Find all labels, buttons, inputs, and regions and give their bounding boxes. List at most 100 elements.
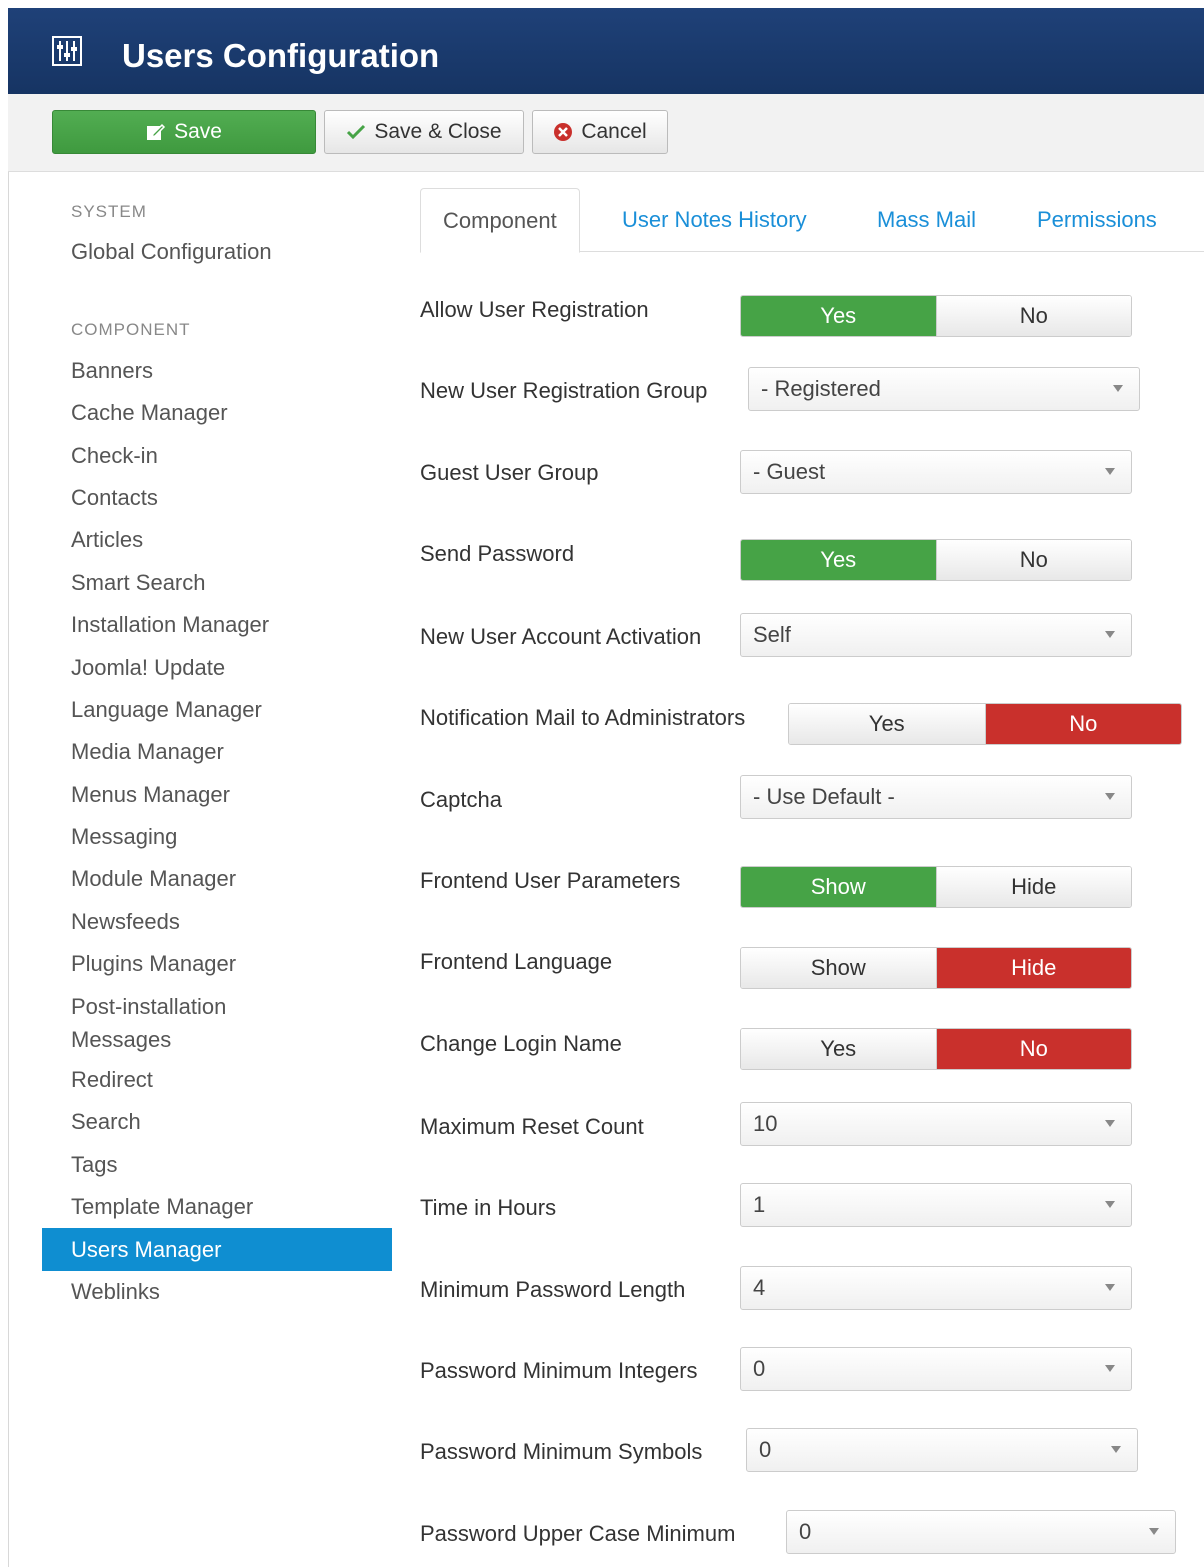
label-password-minimum-integers: Password Minimum Integers [420, 1358, 698, 1383]
sidebar-header-system: SYSTEM [71, 202, 147, 221]
label-frontend-language: Frontend Language [420, 949, 613, 974]
pw-upper-min-value: 0 [799, 1519, 812, 1544]
guest-group-select[interactable]: - Guest [740, 450, 1132, 494]
sidebar-item-smart-search[interactable]: Smart Search [42, 566, 392, 600]
chevron-down-icon [1111, 1446, 1121, 1453]
time-hours-select[interactable]: 1 [740, 1183, 1132, 1227]
account-activation-select[interactable]: Self [740, 613, 1132, 657]
frontend-language-show[interactable]: Show [741, 948, 936, 988]
chevron-down-icon [1105, 631, 1115, 638]
sidebar-item-language-manager[interactable]: Language Manager [42, 693, 392, 727]
sidebar-item-newsfeeds[interactable]: Newsfeeds [42, 905, 392, 939]
cancel-label: Cancel [581, 120, 647, 143]
sidebar-item-module-manager[interactable]: Module Manager [42, 862, 392, 896]
change-login-toggle: Yes No [740, 1028, 1132, 1070]
sidebar-item-tags[interactable]: Tags [42, 1148, 392, 1182]
sidebar-item-cache-manager[interactable]: Cache Manager [42, 396, 392, 430]
chevron-down-icon [1105, 1120, 1115, 1127]
sidebar-item-template-manager[interactable]: Template Manager [42, 1190, 392, 1224]
pw-min-integers-value: 0 [753, 1356, 766, 1381]
sidebar-item-redirect[interactable]: Redirect [42, 1063, 392, 1097]
sidebar-item-search[interactable]: Search [42, 1105, 392, 1139]
sidebar-item-users-manager[interactable]: Users Manager [42, 1228, 392, 1271]
save-button[interactable]: Save [52, 110, 316, 154]
sidebar-item-post-installation[interactable]: Post-installation [42, 990, 392, 1024]
chevron-down-icon [1105, 468, 1115, 475]
send-password-toggle: Yes No [740, 539, 1132, 581]
checkmark-icon [347, 124, 366, 140]
sidebar-item-joomla-update[interactable]: Joomla! Update [42, 651, 392, 685]
send-password-yes[interactable]: Yes [741, 540, 936, 580]
account-activation-value: Self [753, 622, 791, 647]
chevron-down-icon [1149, 1528, 1159, 1535]
sidebar-item-menus-manager[interactable]: Menus Manager [42, 778, 392, 812]
chevron-down-icon [1105, 1365, 1115, 1372]
allow-registration-yes[interactable]: Yes [741, 296, 936, 336]
guest-group-value: - Guest [753, 459, 826, 484]
sidebar-header-component: COMPONENT [71, 320, 191, 339]
frontend-params-toggle: Show Hide [740, 866, 1132, 908]
chevron-down-icon [1105, 1201, 1115, 1208]
max-reset-value: 10 [753, 1111, 778, 1136]
label-frontend-user-parameters: Frontend User Parameters [420, 868, 681, 893]
captcha-select[interactable]: - Use Default - [740, 775, 1132, 819]
cancel-button[interactable]: Cancel [532, 110, 668, 154]
frontend-language-toggle: Show Hide [740, 947, 1132, 989]
label-captcha: Captcha [420, 787, 502, 812]
new-user-group-value: - Registered [761, 376, 881, 401]
frontend-params-hide[interactable]: Hide [935, 867, 1131, 907]
tab-component[interactable]: Component [420, 188, 580, 253]
tab-permissions[interactable]: Permissions [1037, 188, 1157, 252]
notification-mail-yes[interactable]: Yes [789, 704, 985, 744]
captcha-value: - Use Default - [753, 784, 895, 809]
page-border [8, 172, 9, 1567]
label-new-user-registration-group: New User Registration Group [420, 378, 708, 403]
label-guest-user-group: Guest User Group [420, 460, 599, 485]
header-bar: Users Configuration [8, 8, 1204, 94]
chevron-down-icon [1105, 1284, 1115, 1291]
label-send-password: Send Password [420, 541, 575, 566]
sidebar-item-installation-manager[interactable]: Installation Manager [42, 608, 392, 642]
sidebar-item-plugins-manager[interactable]: Plugins Manager [42, 947, 392, 981]
min-pw-length-select[interactable]: 4 [740, 1266, 1132, 1310]
sidebar-item-global-configuration[interactable]: Global Configuration [42, 235, 392, 269]
chevron-down-icon [1105, 793, 1115, 800]
frontend-params-show[interactable]: Show [741, 867, 936, 907]
pw-min-integers-select[interactable]: 0 [740, 1347, 1132, 1391]
sidebar-item-post-installation-messages[interactable]: Messages [42, 1023, 392, 1057]
pw-min-symbols-select[interactable]: 0 [746, 1428, 1138, 1472]
min-pw-length-value: 4 [753, 1275, 766, 1300]
label-minimum-password-length: Minimum Password Length [420, 1277, 686, 1302]
change-login-no[interactable]: No [935, 1029, 1131, 1069]
frontend-language-hide[interactable]: Hide [935, 948, 1131, 988]
sidebar-item-check-in[interactable]: Check-in [42, 439, 392, 473]
label-time-in-hours: Time in Hours [420, 1195, 557, 1220]
sidebar-item-media-manager[interactable]: Media Manager [42, 735, 392, 769]
pw-upper-min-select[interactable]: 0 [786, 1510, 1176, 1554]
send-password-no[interactable]: No [935, 540, 1131, 580]
max-reset-select[interactable]: 10 [740, 1102, 1132, 1146]
allow-registration-toggle: Yes No [740, 295, 1132, 337]
notification-mail-no[interactable]: No [984, 704, 1181, 744]
label-maximum-reset-count: Maximum Reset Count [420, 1114, 644, 1139]
save-close-button[interactable]: Save & Close [324, 110, 524, 154]
label-new-user-account-activation: New User Account Activation [420, 624, 702, 649]
tab-user-notes-history[interactable]: User Notes History [622, 188, 807, 252]
label-notification-mail: Notification Mail to Administrators [420, 705, 746, 730]
change-login-yes[interactable]: Yes [741, 1029, 936, 1069]
label-allow-user-registration: Allow User Registration [420, 297, 649, 322]
sidebar-item-weblinks[interactable]: Weblinks [42, 1275, 392, 1309]
allow-registration-no[interactable]: No [935, 296, 1131, 336]
notification-mail-toggle: Yes No [788, 703, 1182, 745]
label-change-login-name: Change Login Name [420, 1031, 622, 1056]
sidebar-item-articles[interactable]: Articles [42, 523, 392, 557]
label-password-upper-case-minimum: Password Upper Case Minimum [420, 1521, 736, 1546]
cancel-circle-icon [554, 123, 573, 141]
time-hours-value: 1 [753, 1192, 766, 1217]
sidebar-item-banners[interactable]: Banners [42, 354, 392, 388]
tab-mass-mail[interactable]: Mass Mail [877, 188, 976, 252]
new-user-group-select[interactable]: - Registered [748, 367, 1140, 411]
sidebar-item-messaging[interactable]: Messaging [42, 820, 392, 854]
sidebar-item-contacts[interactable]: Contacts [42, 481, 392, 515]
edit-icon [147, 123, 166, 140]
